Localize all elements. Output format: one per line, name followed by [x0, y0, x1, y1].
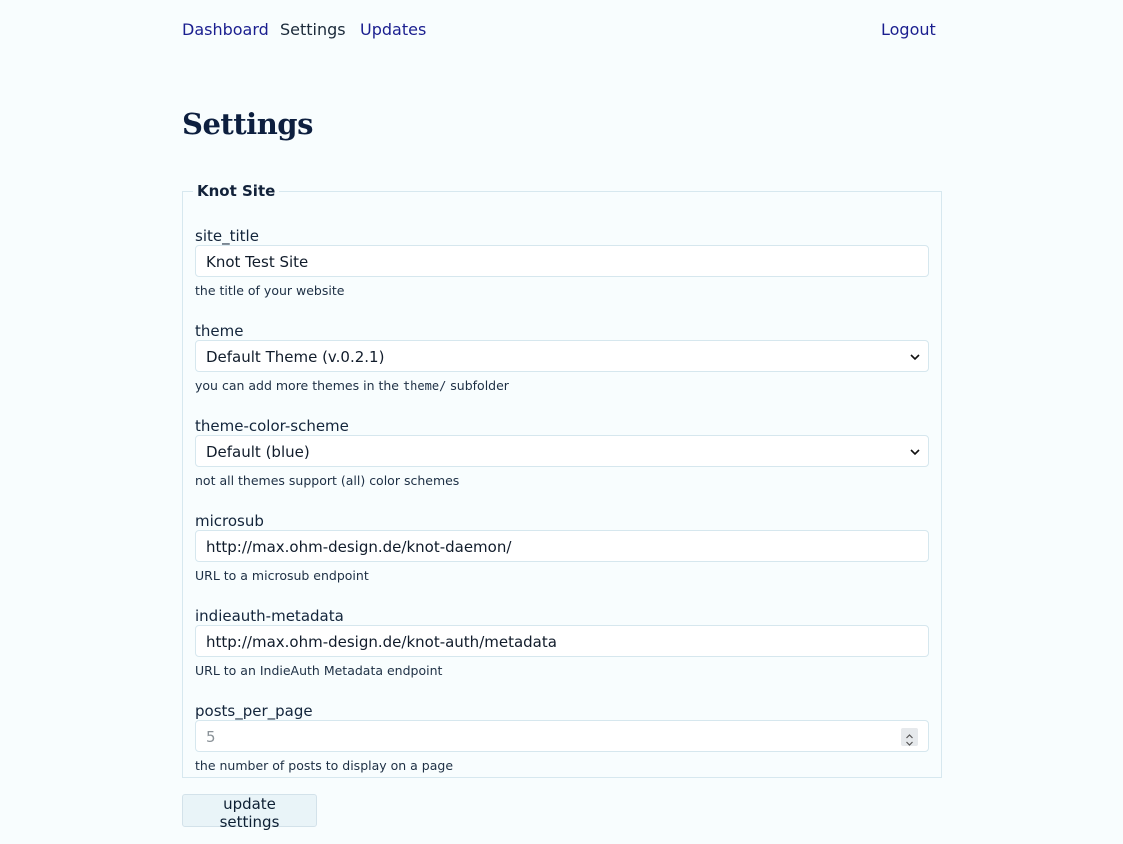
theme-help-code: theme/	[402, 379, 447, 393]
field-posts-per-page: posts_per_page 5 the number of posts to …	[195, 701, 929, 773]
field-indieauth-metadata: indieauth-metadata http://max.ohm-design…	[195, 606, 929, 678]
theme-help: you can add more themes in the theme/ su…	[195, 378, 509, 393]
nav-link-dashboard[interactable]: Dashboard	[182, 20, 269, 39]
settings-fieldset: site_title Knot Test Site the title of y…	[182, 191, 942, 778]
page-title: Settings	[182, 107, 313, 141]
posts-per-page-value: 5	[206, 728, 216, 746]
chevron-down-icon	[910, 354, 920, 361]
field-theme-color-scheme: theme-color-scheme Default (blue) not al…	[195, 416, 929, 488]
microsub-input[interactable]: http://max.ohm-design.de/knot-daemon/	[195, 530, 929, 562]
posts-per-page-label: posts_per_page	[195, 702, 313, 720]
chevron-down-icon	[910, 449, 920, 456]
field-theme: theme Default Theme (v.0.2.1) you can ad…	[195, 321, 929, 393]
indieauth-metadata-input[interactable]: http://max.ohm-design.de/knot-auth/metad…	[195, 625, 929, 657]
theme-color-scheme-select[interactable]: Default (blue)	[195, 435, 929, 467]
field-site-title: site_title Knot Test Site the title of y…	[195, 226, 929, 298]
theme-select[interactable]: Default Theme (v.0.2.1)	[195, 340, 929, 372]
site-title-label: site_title	[195, 227, 259, 245]
nav-link-logout[interactable]: Logout	[881, 20, 936, 39]
theme-help-suffix: subfolder	[446, 378, 509, 393]
site-title-input[interactable]: Knot Test Site	[195, 245, 929, 277]
number-spinner[interactable]	[901, 728, 918, 746]
theme-color-scheme-value: Default (blue)	[206, 443, 310, 461]
theme-label: theme	[195, 322, 244, 340]
top-navigation: Dashboard Settings Updates Logout	[182, 20, 936, 42]
nav-link-updates[interactable]: Updates	[360, 20, 426, 39]
microsub-label: microsub	[195, 512, 264, 530]
spinner-arrows-icon	[906, 734, 913, 746]
posts-per-page-input[interactable]: 5	[195, 720, 929, 752]
update-settings-button[interactable]: update settings	[182, 794, 317, 831]
theme-help-prefix: you can add more themes in the	[195, 378, 403, 393]
theme-color-scheme-label: theme-color-scheme	[195, 417, 349, 435]
posts-per-page-help: the number of posts to display on a page	[195, 758, 454, 773]
site-title-help: the title of your website	[195, 283, 345, 298]
theme-color-scheme-help: not all themes support (all) color schem…	[195, 473, 460, 488]
nav-link-settings[interactable]: Settings	[280, 20, 346, 39]
microsub-help: URL to a microsub endpoint	[195, 568, 369, 583]
indieauth-metadata-help: URL to an IndieAuth Metadata endpoint	[195, 663, 443, 678]
field-microsub: microsub http://max.ohm-design.de/knot-d…	[195, 511, 929, 583]
scroll-fade	[195, 777, 917, 778]
fieldset-legend: Knot Site	[193, 182, 280, 200]
theme-select-value: Default Theme (v.0.2.1)	[206, 348, 385, 366]
indieauth-metadata-label: indieauth-metadata	[195, 607, 344, 625]
